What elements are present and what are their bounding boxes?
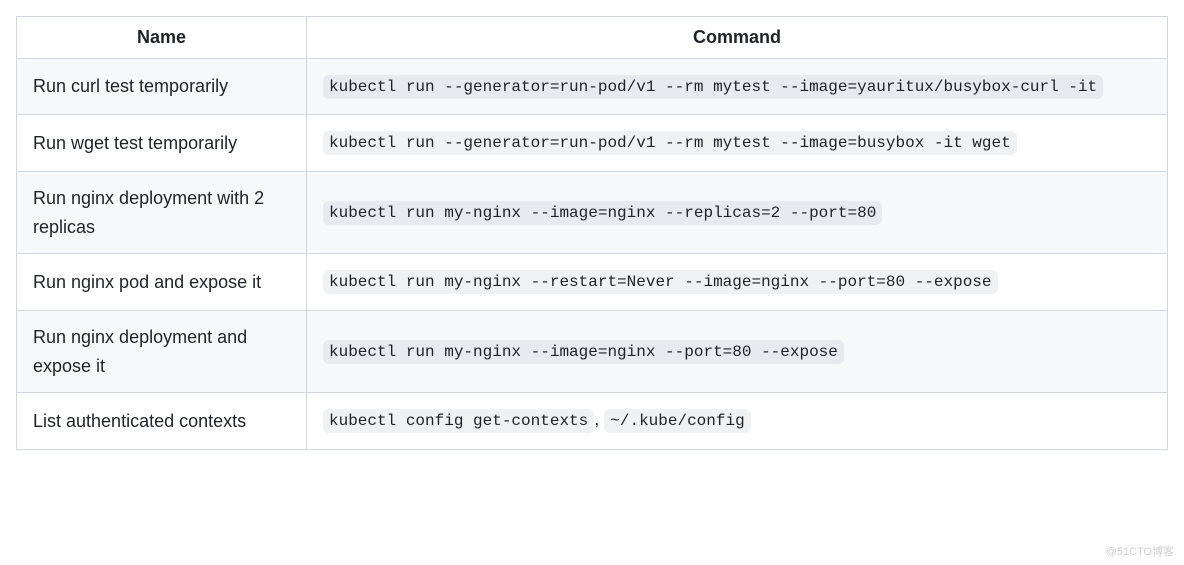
cell-command: kubectl config get-contexts, ~/.kube/con… <box>307 393 1168 449</box>
table-row: List authenticated contexts kubectl conf… <box>17 393 1168 449</box>
cell-command: kubectl run my-nginx --image=nginx --por… <box>307 310 1168 393</box>
command-code: kubectl run --generator=run-pod/v1 --rm … <box>323 75 1103 99</box>
table-row: Run curl test temporarily kubectl run --… <box>17 59 1168 115</box>
command-code: kubectl config get-contexts <box>323 409 594 433</box>
table-row: Run wget test temporarily kubectl run --… <box>17 115 1168 171</box>
column-header-name: Name <box>17 17 307 59</box>
command-code: ~/.kube/config <box>604 409 750 433</box>
command-code: kubectl run my-nginx --restart=Never --i… <box>323 270 998 294</box>
watermark-text: @51CTO博客 <box>1106 543 1174 559</box>
cell-name: List authenticated contexts <box>17 393 307 449</box>
table-row: Run nginx pod and expose it kubectl run … <box>17 254 1168 310</box>
cell-command: kubectl run --generator=run-pod/v1 --rm … <box>307 59 1168 115</box>
command-code: kubectl run --generator=run-pod/v1 --rm … <box>323 131 1017 155</box>
table-row: Run nginx deployment with 2 replicas kub… <box>17 171 1168 254</box>
column-header-command: Command <box>307 17 1168 59</box>
command-reference-table: Name Command Run curl test temporarily k… <box>16 16 1168 450</box>
command-code: kubectl run my-nginx --image=nginx --por… <box>323 340 844 364</box>
cell-name: Run nginx deployment with 2 replicas <box>17 171 307 254</box>
table-row: Run nginx deployment and expose it kubec… <box>17 310 1168 393</box>
cell-command: kubectl run my-nginx --restart=Never --i… <box>307 254 1168 310</box>
cell-name: Run nginx pod and expose it <box>17 254 307 310</box>
command-code: kubectl run my-nginx --image=nginx --rep… <box>323 201 882 225</box>
cell-command: kubectl run --generator=run-pod/v1 --rm … <box>307 115 1168 171</box>
command-separator: , <box>594 409 604 429</box>
cell-name: Run wget test temporarily <box>17 115 307 171</box>
cell-name: Run curl test temporarily <box>17 59 307 115</box>
cell-command: kubectl run my-nginx --image=nginx --rep… <box>307 171 1168 254</box>
cell-name: Run nginx deployment and expose it <box>17 310 307 393</box>
table-header-row: Name Command <box>17 17 1168 59</box>
